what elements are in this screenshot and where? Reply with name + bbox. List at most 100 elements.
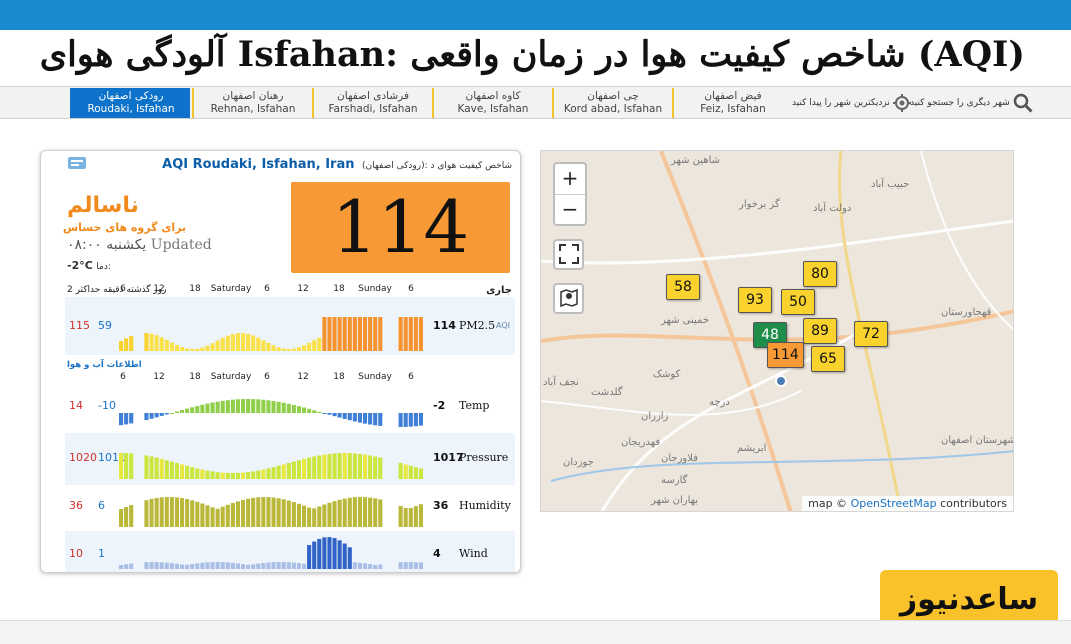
pressure-bar: [154, 457, 159, 479]
pressure-bar: [378, 457, 383, 479]
wind-bar: [296, 563, 301, 569]
wind-bar: [149, 562, 154, 569]
temp-bar: [220, 400, 225, 413]
pm25-bar: [418, 317, 423, 351]
temp-bar: [180, 410, 185, 413]
temp-bar: [190, 407, 195, 413]
tab-label-fa: کاوه اصفهان: [465, 90, 521, 102]
temp-bar: [195, 405, 200, 413]
humidity-bar: [220, 506, 225, 527]
wind-bar: [337, 540, 342, 569]
wind-bar: [408, 562, 413, 569]
tab-farshadi[interactable]: فرشادی اصفهان Farshadi, Isfahan: [312, 88, 432, 118]
humidity-bar: [322, 504, 327, 527]
pm25-bar: [363, 317, 368, 351]
search-city-button[interactable]: شهر دیگری را جستجو کنید: [910, 91, 1033, 115]
temp-bar: [291, 404, 296, 413]
station-marker[interactable]: 114: [767, 342, 804, 368]
wind-bar: [169, 563, 174, 569]
pm25-bar: [235, 333, 240, 351]
map-label: شهرستان اصفهان: [941, 435, 1014, 446]
map-label: بهاران شهر: [651, 495, 699, 506]
axis-tick-label: 6: [120, 284, 126, 294]
station-marker[interactable]: 80: [803, 261, 837, 287]
map-label: شاهین شهر: [671, 155, 721, 166]
temp-bar: [251, 399, 256, 413]
axis-tick-label: 6: [408, 372, 414, 382]
station-marker[interactable]: 65: [811, 346, 845, 372]
station-marker[interactable]: 89: [803, 318, 837, 344]
axis-tick-label: 6: [120, 372, 126, 382]
tab-label-en: Roudaki, Isfahan: [87, 103, 175, 115]
wind-bar: [307, 545, 312, 569]
pm25-bar: [352, 317, 357, 351]
pressure-bar: [200, 469, 205, 479]
station-marker[interactable]: 50: [781, 289, 815, 315]
wind-bar: [185, 564, 190, 569]
humidity-bar: [342, 498, 347, 527]
pm25-bar: [322, 317, 327, 351]
temp-bar: [225, 400, 230, 413]
zoom-out-button[interactable]: −: [555, 194, 585, 224]
pm25-bar: [286, 348, 291, 351]
station-map[interactable]: + − شاهین شهر گز برخوار دولت آباد حبیب آ…: [540, 150, 1014, 512]
pm25-bar: [169, 342, 174, 351]
temp-bar: [159, 413, 164, 416]
zoom-in-button[interactable]: +: [555, 164, 585, 194]
pressure-bar: [205, 470, 210, 479]
station-marker[interactable]: 72: [854, 321, 888, 347]
temp-bar: [337, 413, 342, 418]
wind-bar: [286, 562, 291, 569]
pressure-bar: [276, 465, 281, 479]
temp-bar: [281, 402, 286, 413]
fullscreen-button[interactable]: [553, 239, 584, 270]
pm25-bar: [347, 317, 352, 351]
tab-roudaki[interactable]: رودکی اصفهان Roudaki, Isfahan: [70, 88, 190, 118]
station-marker[interactable]: 58: [666, 274, 700, 300]
humidity-bar: [352, 497, 357, 527]
pm25-bar: [149, 333, 154, 351]
pressure-bar: [296, 460, 301, 479]
pressure-bar: [190, 467, 195, 479]
nearest-city-button[interactable]: نزدیکترین شهر را پیدا کنید: [792, 91, 911, 115]
axis-tick-label: 18: [333, 372, 345, 382]
axis-tick-label: 12: [297, 284, 308, 294]
humidity-bar: [271, 497, 276, 527]
pm25-bar: [302, 345, 307, 351]
humidity-bar: [373, 498, 378, 527]
wind-bar: [190, 563, 195, 569]
pm25-bar: [119, 341, 124, 351]
station-marker[interactable]: 93: [738, 287, 772, 313]
pressure-bar: [246, 472, 251, 479]
pressure-bar: [144, 455, 149, 479]
tab-kave[interactable]: کاوه اصفهان Kave, Isfahan: [432, 88, 552, 118]
tab-label-fa: رهنان اصفهان: [222, 90, 284, 102]
pressure-bar: [373, 456, 378, 479]
wind-bar: [276, 562, 281, 569]
osm-link[interactable]: OpenStreetMap: [851, 497, 937, 510]
map-layer-button[interactable]: [553, 283, 584, 314]
pressure-bar: [332, 453, 337, 479]
pressure-bar: [124, 453, 129, 479]
map-label: خمینی شهر: [661, 315, 710, 326]
humidity-bar: [266, 497, 271, 527]
tab-rehnan[interactable]: رهنان اصفهان Rehnan, Isfahan: [192, 88, 312, 118]
tab-feiz[interactable]: فیض اصفهان Feiz, Isfahan: [672, 88, 792, 118]
pressure-bar: [271, 467, 276, 479]
pressure-bar: [363, 454, 368, 479]
wind-bar: [251, 564, 256, 569]
humidity-bar: [251, 497, 256, 527]
pressure-bar: [357, 453, 362, 479]
wind-bar: [261, 563, 266, 569]
temp-bar: [241, 399, 246, 413]
map-label: فهدریجان: [621, 437, 661, 448]
map-label: گلدشت: [591, 387, 623, 398]
wind-bar: [418, 562, 423, 569]
pressure-bar: [413, 467, 418, 479]
wind-bar: [327, 537, 332, 569]
tab-kord-abad[interactable]: چی اصفهان Kord abad, Isfahan: [552, 88, 672, 118]
pm25-bar: [327, 317, 332, 351]
humidity-bar: [368, 497, 373, 527]
map-label: درچه: [709, 397, 730, 408]
humidity-bar: [307, 507, 312, 527]
